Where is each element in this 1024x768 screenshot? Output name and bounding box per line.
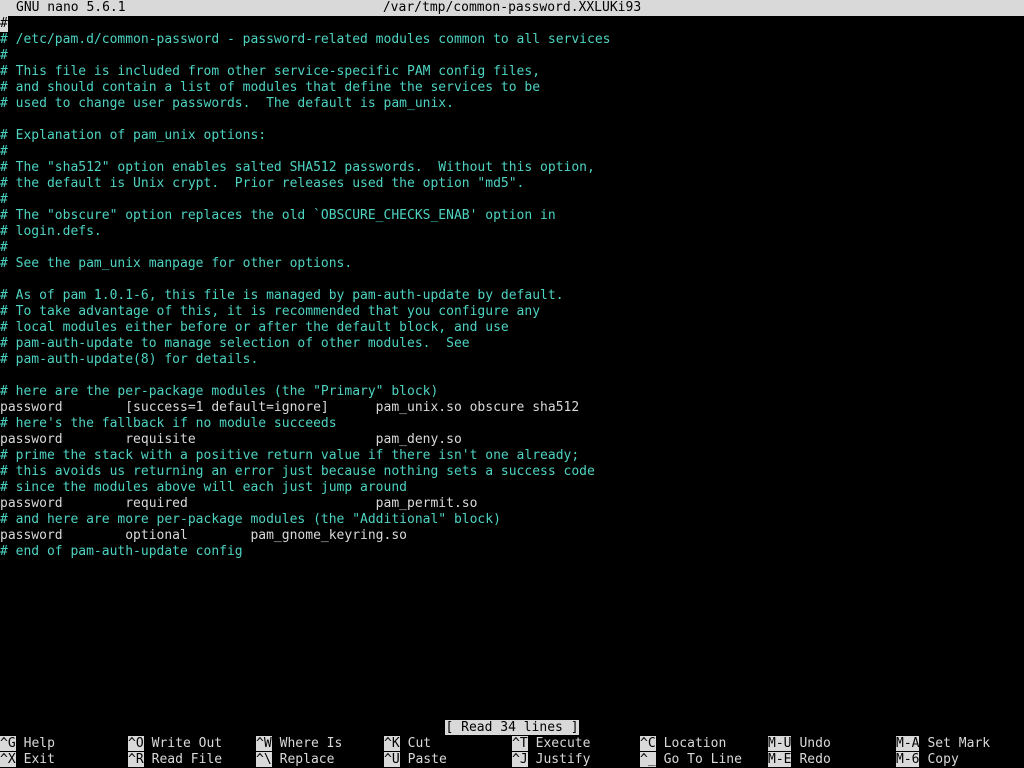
shortcut-key: ^K [384, 736, 400, 751]
editor-line[interactable]: # [0, 48, 1024, 64]
editor-line[interactable]: # since the modules above will each just… [0, 480, 1024, 496]
editor-line[interactable]: # [0, 240, 1024, 256]
shortcut-key: ^G [0, 736, 16, 751]
shortcut-key: ^T [512, 736, 528, 751]
editor-line[interactable]: # here are the per-package modules (the … [0, 384, 1024, 400]
editor-line[interactable]: # To take advantage of this, it is recom… [0, 304, 1024, 320]
editor-line[interactable]: password requisite pam_deny.so [0, 432, 1024, 448]
shortcut-label: Read File [151, 752, 223, 767]
shortcut-key: ^C [640, 736, 656, 751]
shortcut-set-mark[interactable]: M-A Set Mark [896, 736, 990, 752]
editor-line[interactable]: # This file is included from other servi… [0, 64, 1024, 80]
file-path: /var/tmp/common-password.XXLUKi93 [382, 0, 642, 15]
editor-line[interactable]: # prime the stack with a positive return… [0, 448, 1024, 464]
editor-line[interactable]: password [success=1 default=ignore] pam_… [0, 400, 1024, 416]
shortcut-label: Cut [407, 736, 432, 751]
shortcut-help[interactable]: ^G Help [0, 736, 55, 752]
editor-line[interactable]: # The "sha512" option enables salted SHA… [0, 160, 1024, 176]
editor-line[interactable]: # local modules either before or after t… [0, 320, 1024, 336]
shortcut-go-to-line[interactable]: ^_ Go To Line [640, 752, 742, 768]
editor-line[interactable]: # Explanation of pam_unix options: [0, 128, 1024, 144]
shortcut-label: Copy [927, 752, 959, 767]
shortcut-key: ^O [128, 736, 144, 751]
shortcut-key: ^W [256, 736, 272, 751]
status-bar: [ Read 34 lines ] [0, 720, 1024, 736]
title-bar: GNU nano 5.6.1 /var/tmp/common-password.… [0, 0, 1024, 16]
status-message: [ Read 34 lines ] [445, 720, 579, 735]
shortcut-copy[interactable]: M-6 Copy [896, 752, 959, 768]
editor-line[interactable]: # and should contain a list of modules t… [0, 80, 1024, 96]
shortcut-key: M-U [768, 736, 792, 751]
shortcut-label: Location [663, 736, 727, 751]
shortcut-key: M-A [896, 736, 920, 751]
shortcut-write-out[interactable]: ^O Write Out [128, 736, 222, 752]
shortcut-key: ^J [512, 752, 528, 767]
editor-line[interactable]: # and here are more per-package modules … [0, 512, 1024, 528]
editor-line[interactable]: # See the pam_unix manpage for other opt… [0, 256, 1024, 272]
shortcut-key: M-6 [896, 752, 920, 767]
shortcut-key: ^_ [640, 752, 656, 767]
shortcut-cut[interactable]: ^K Cut [384, 736, 431, 752]
text-cursor: # [0, 16, 8, 32]
shortcut-paste[interactable]: ^U Paste [384, 752, 447, 768]
editor-line[interactable]: password optional pam_gnome_keyring.so [0, 528, 1024, 544]
shortcut-label: Set Mark [927, 736, 991, 751]
shortcut-label: Execute [535, 736, 591, 751]
editor-line[interactable]: # [0, 192, 1024, 208]
editor-line[interactable]: # [0, 144, 1024, 160]
editor-line[interactable]: # this avoids us returning an error just… [0, 464, 1024, 480]
shortcut-key: ^R [128, 752, 144, 767]
shortcut-justify[interactable]: ^J Justify [512, 752, 590, 768]
shortcut-execute[interactable]: ^T Execute [512, 736, 590, 752]
shortcut-bar: ^G Help ^X Exit ^O Write Out ^R Read File ^W Wher… [0, 736, 1024, 768]
shortcut-label: Help [23, 736, 55, 751]
shortcut-key: ^U [384, 752, 400, 767]
editor-line[interactable]: # pam-auth-update(8) for details. [0, 352, 1024, 368]
shortcut-label: Paste [407, 752, 447, 767]
editor-line[interactable]: # here's the fallback if no module succe… [0, 416, 1024, 432]
editor-line[interactable] [0, 272, 1024, 288]
editor-line[interactable]: # the default is Unix crypt. Prior relea… [0, 176, 1024, 192]
shortcut-redo[interactable]: M-E Redo [768, 752, 831, 768]
shortcut-exit[interactable]: ^X Exit [0, 752, 55, 768]
shortcut-key: M-E [768, 752, 792, 767]
shortcut-replace[interactable]: ^\ Replace [256, 752, 334, 768]
editor-line[interactable]: # pam-auth-update to manage selection of… [0, 336, 1024, 352]
editor-line[interactable] [0, 368, 1024, 384]
editor-line[interactable]: # used to change user passwords. The def… [0, 96, 1024, 112]
shortcut-key: ^X [0, 752, 16, 767]
shortcut-location[interactable]: ^C Location [640, 736, 726, 752]
shortcut-where-is[interactable]: ^W Where Is [256, 736, 342, 752]
shortcut-label: Write Out [151, 736, 223, 751]
editor-line[interactable]: password required pam_permit.so [0, 496, 1024, 512]
editor-line[interactable]: # The "obscure" option replaces the old … [0, 208, 1024, 224]
editor-line[interactable]: ## [0, 16, 1024, 32]
shortcut-read-file[interactable]: ^R Read File [128, 752, 222, 768]
editor-line[interactable]: # As of pam 1.0.1-6, this file is manage… [0, 288, 1024, 304]
shortcut-label: Go To Line [663, 752, 742, 767]
editor-buffer[interactable]: ### /etc/pam.d/common-password - passwor… [0, 16, 1024, 560]
editor-line[interactable]: # login.defs. [0, 224, 1024, 240]
editor-line[interactable]: # /etc/pam.d/common-password - password-… [0, 32, 1024, 48]
shortcut-label: Where Is [279, 736, 343, 751]
shortcut-key: ^\ [256, 752, 272, 767]
shortcut-label: Replace [279, 752, 335, 767]
editor-line[interactable]: # end of pam-auth-update config [0, 544, 1024, 560]
shortcut-label: Undo [799, 736, 831, 751]
shortcut-label: Exit [23, 752, 55, 767]
editor-line[interactable] [0, 112, 1024, 128]
shortcut-label: Justify [535, 752, 591, 767]
shortcut-undo[interactable]: M-U Undo [768, 736, 831, 752]
shortcut-label: Redo [799, 752, 831, 767]
